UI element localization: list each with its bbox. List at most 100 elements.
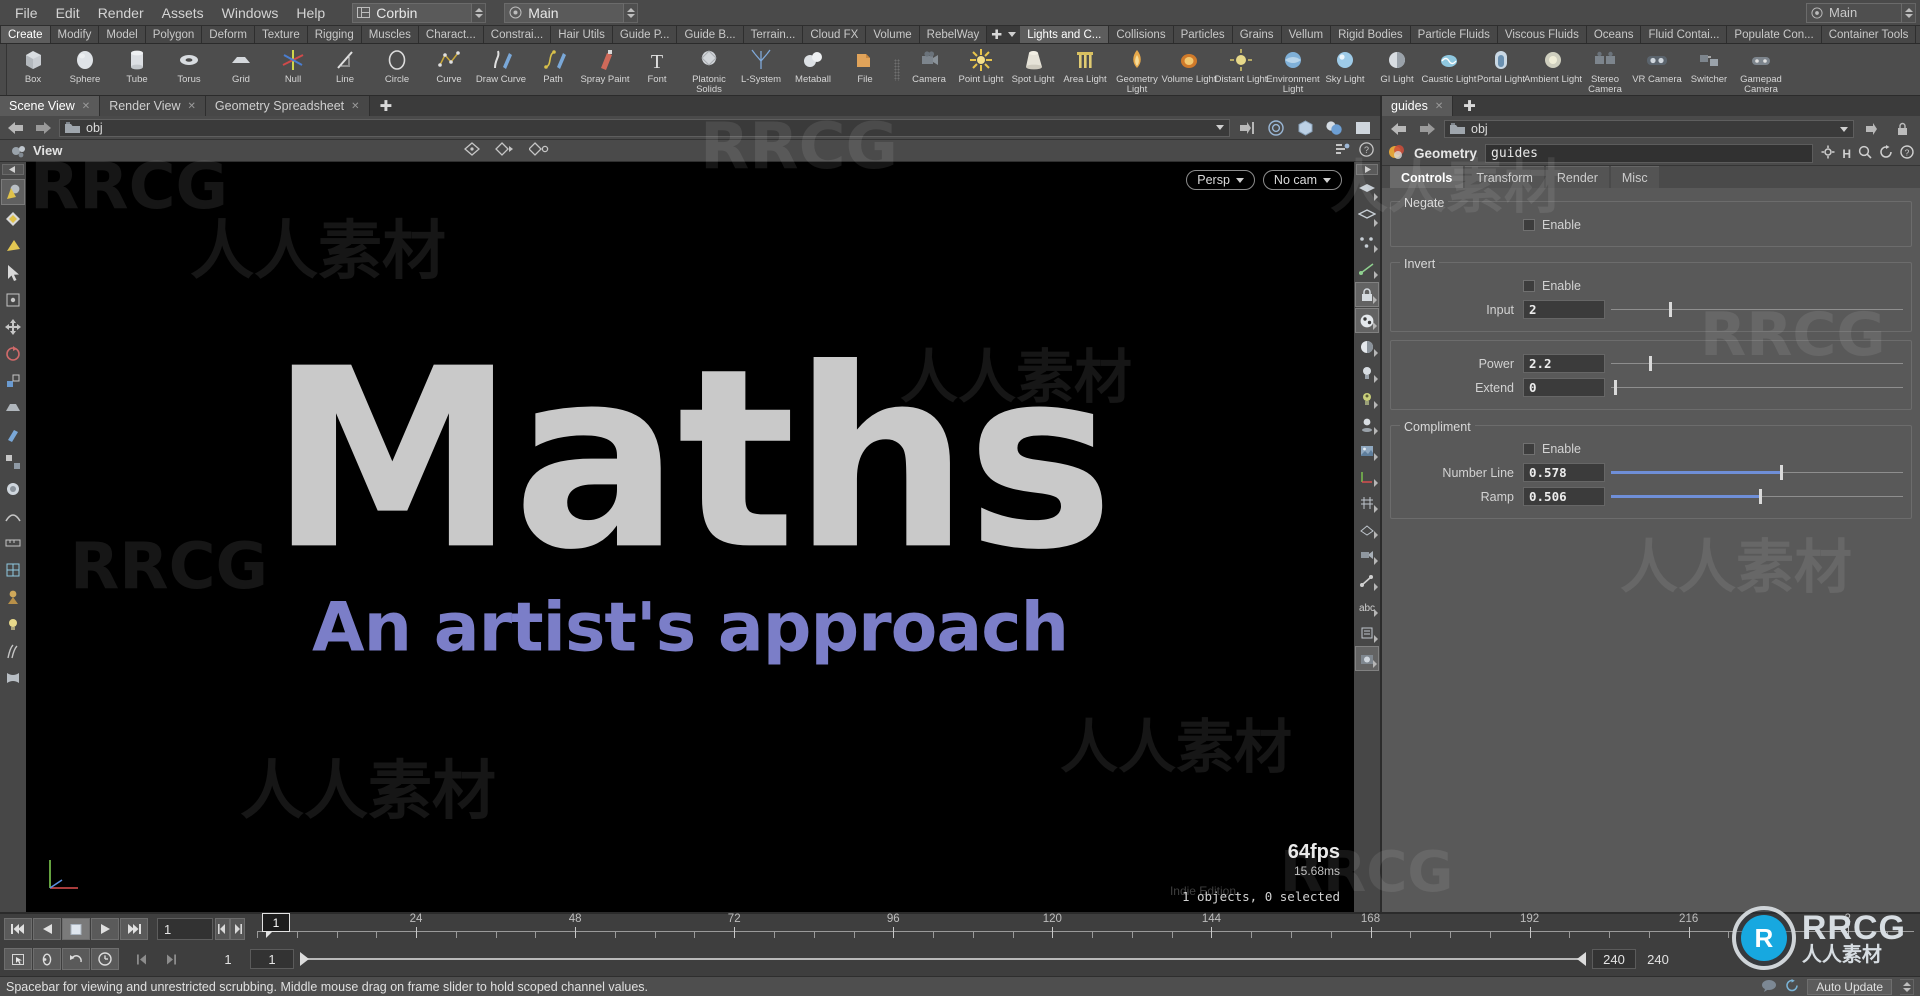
parameter-path-field[interactable]: obj [1444, 120, 1854, 138]
shelf-tool-metaball[interactable]: Metaball [787, 44, 839, 95]
shelf-tool-distant-light[interactable]: Distant Light [1215, 44, 1267, 95]
shelf-tool-environment-light[interactable]: Environment Light [1266, 44, 1320, 95]
construction-plane-icon[interactable] [1355, 516, 1379, 541]
shelf-tab-particle-fluids[interactable]: Particle Fluids [1410, 26, 1498, 43]
shelf-tab-deform[interactable]: Deform [202, 26, 255, 43]
frame-step-forward-button[interactable] [230, 918, 245, 940]
shelf-tool-vr-camera[interactable]: VR Camera [1631, 44, 1683, 95]
scale-icon[interactable] [1, 368, 25, 394]
axes-icon[interactable] [1355, 464, 1379, 489]
scene-info-icon[interactable] [1355, 620, 1379, 645]
pane-link-icon[interactable] [1335, 142, 1351, 159]
shelf-tab-rigging[interactable]: Rigging [307, 26, 362, 43]
play-button[interactable] [91, 918, 119, 940]
shelf-tool-gamepad-camera[interactable]: Gamepad Camera [1735, 44, 1787, 95]
param-value-field[interactable]: 0.578 [1523, 463, 1605, 482]
param-value-field[interactable]: 2 [1523, 300, 1605, 319]
display-geometry-icon[interactable] [1293, 118, 1317, 138]
nav-back-icon[interactable] [5, 119, 27, 137]
soft-icon[interactable] [1, 476, 25, 502]
camera-view-icon[interactable] [1355, 542, 1379, 567]
param-slider[interactable] [1611, 354, 1903, 373]
gear-icon[interactable] [1821, 145, 1835, 162]
shelf-tool-torus[interactable]: Torus [163, 44, 215, 95]
menu-item-edit[interactable]: Edit [47, 3, 89, 23]
menu-item-windows[interactable]: Windows [213, 3, 288, 23]
layout-selector[interactable]: Main [504, 2, 625, 23]
shelf-tool-box[interactable]: Box [7, 44, 59, 95]
frame-step-back-button[interactable] [215, 918, 230, 940]
shelf-tool-file[interactable]: File [839, 44, 891, 95]
help-icon[interactable]: ? [1900, 145, 1914, 162]
uv-icon[interactable] [1, 557, 25, 583]
shelf-tab-collisions[interactable]: Collisions [1109, 26, 1174, 43]
shelf-tool-platonic-solids[interactable]: Platonic Solids [683, 44, 735, 95]
nav-forward-icon[interactable] [32, 119, 54, 137]
param-slider[interactable] [1611, 378, 1903, 397]
nav-forward-icon[interactable] [1416, 120, 1438, 138]
frame-range-slider[interactable] [300, 949, 1586, 969]
shelf-tab-texture[interactable]: Texture [255, 26, 308, 43]
measure-icon[interactable] [1, 530, 25, 556]
shelf-left-grip[interactable] [0, 44, 7, 95]
snap-multi-icon[interactable] [495, 142, 515, 159]
shelf-tab-populate-con[interactable]: Populate Con... [1727, 26, 1822, 43]
capture-icon[interactable] [1, 584, 25, 610]
bevel-icon[interactable] [1, 395, 25, 421]
keyframe-button[interactable] [33, 948, 61, 970]
range-handle-left[interactable] [300, 952, 309, 966]
toolbar-collapse-button[interactable] [2, 164, 24, 175]
pointer-icon[interactable] [1, 260, 25, 286]
close-icon[interactable]: ✕ [351, 101, 359, 112]
menu-item-assets[interactable]: Assets [153, 3, 213, 23]
status-bubble-icon[interactable] [1761, 979, 1777, 995]
pin-icon[interactable] [1235, 118, 1259, 138]
select-object-icon[interactable] [1, 179, 25, 205]
shelf-tab-terrain[interactable]: Terrain... [743, 26, 804, 43]
range-end-field[interactable]: 240 [1592, 949, 1636, 969]
toggle-shading-icon[interactable] [1355, 334, 1379, 359]
undo-scope-button[interactable] [62, 948, 90, 970]
current-frame-field[interactable]: 1 [157, 918, 213, 940]
light-tool-icon[interactable] [1, 611, 25, 637]
background-image-icon[interactable] [1355, 438, 1379, 463]
grid-toggle-icon[interactable] [1355, 490, 1379, 515]
time-button[interactable] [91, 948, 119, 970]
shelf-tool-sky-light[interactable]: Sky Light [1319, 44, 1371, 95]
jump-to-end-button[interactable] [120, 918, 148, 940]
menu-item-help[interactable]: Help [287, 3, 334, 23]
add-parameter-tab-button[interactable]: ✚ [1453, 96, 1486, 116]
shelf-tab-rebelway[interactable]: RebelWay [919, 26, 988, 43]
range-handle-right[interactable] [1577, 952, 1586, 966]
step-back-button[interactable] [33, 918, 61, 940]
shelf-tab-model[interactable]: Model [99, 26, 146, 43]
jump-to-start-button[interactable] [4, 918, 32, 940]
rotate-icon[interactable] [1, 341, 25, 367]
param-tab-controls[interactable]: Controls [1390, 166, 1464, 188]
param-tab-misc[interactable]: Misc [1610, 166, 1659, 188]
target-icon[interactable] [1264, 118, 1288, 138]
shelf-splitter[interactable] [891, 44, 903, 95]
layout-selector-group[interactable]: Main [504, 2, 639, 23]
tab-geometry-spreadsheet[interactable]: Geometry Spreadsheet ✕ [205, 96, 370, 116]
shelf-tool-switcher[interactable]: Switcher [1683, 44, 1735, 95]
desktop-selector-group[interactable]: Corbin [352, 2, 487, 23]
auto-update-selector[interactable]: Auto Update [1807, 978, 1892, 995]
param-value-field[interactable]: 2.2 [1523, 354, 1605, 373]
shelf-tool-curve[interactable]: Curve [423, 44, 475, 95]
bones-icon[interactable] [1355, 568, 1379, 593]
shelf-tool-geometry-light[interactable]: Geometry Light [1111, 44, 1163, 95]
chevron-down-icon[interactable] [1235, 177, 1244, 183]
playhead-marker[interactable]: 1 [261, 913, 290, 938]
chevron-down-icon[interactable] [1216, 125, 1224, 130]
lock-parameters-icon[interactable] [1890, 119, 1914, 139]
stop-button[interactable] [62, 918, 90, 940]
display-flat-icon[interactable] [1351, 118, 1375, 138]
help-icon[interactable]: ? [1359, 141, 1374, 160]
shelf-tool-sphere[interactable]: Sphere [59, 44, 111, 95]
shelf-tool-volume-light[interactable]: Volume Light [1162, 44, 1216, 95]
shelf-tool-spray-paint[interactable]: Spray Paint [579, 44, 631, 95]
shelf-tab-volume[interactable]: Volume [866, 26, 920, 43]
desktop-stepper[interactable] [472, 2, 487, 23]
shelf-tab-grains[interactable]: Grains [1232, 26, 1282, 43]
